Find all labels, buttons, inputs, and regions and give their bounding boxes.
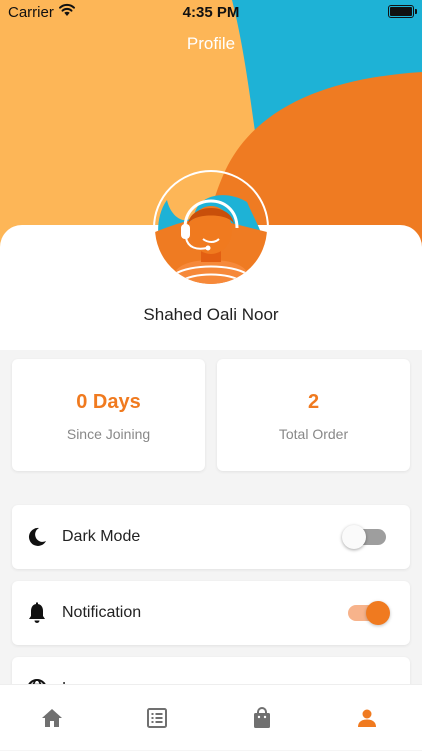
battery-icon xyxy=(388,5,417,18)
tab-profile[interactable] xyxy=(315,685,420,751)
setting-row-language[interactable]: L xyxy=(12,657,410,684)
page-title: Profile xyxy=(186,34,236,53)
person-icon xyxy=(358,709,376,727)
setting-row-dark-mode[interactable]: Dark Mode xyxy=(12,505,410,569)
setting-row-notification[interactable]: Notification xyxy=(12,581,410,645)
setting-label: Dark Mode xyxy=(62,528,141,545)
list-icon xyxy=(147,708,167,728)
stat-label: Total Order xyxy=(278,426,349,442)
tab-orders[interactable] xyxy=(105,685,210,751)
user-name: Shahed Oali Noor xyxy=(143,305,279,324)
toggle-knob xyxy=(366,601,390,625)
status-time: 4:35 PM xyxy=(182,4,240,21)
bag-icon xyxy=(254,707,270,728)
stat-value: 0 Days xyxy=(76,391,141,413)
stat-value: 2 xyxy=(307,391,320,413)
stat-card-since-joining: 0 Days Since Joining xyxy=(12,359,205,471)
moon-icon xyxy=(28,527,46,546)
tab-bar xyxy=(0,684,422,750)
support-agent-avatar-icon xyxy=(155,195,267,284)
stat-label: Since Joining xyxy=(66,426,151,442)
profile-content[interactable]: 0 Days Since Joining 2 Total Order Dark … xyxy=(0,350,422,684)
tab-home[interactable] xyxy=(0,685,105,751)
toggle-knob xyxy=(342,525,366,549)
setting-label: Notification xyxy=(62,604,142,621)
tab-cart[interactable] xyxy=(210,685,315,751)
home-icon xyxy=(42,709,62,727)
notification-toggle[interactable] xyxy=(348,601,390,625)
bell-icon xyxy=(29,602,45,623)
stat-card-total-order: 2 Total Order xyxy=(217,359,410,471)
avatar[interactable] xyxy=(153,170,269,286)
status-bar: Carrier 4:35 PM xyxy=(0,0,422,24)
dark-mode-toggle[interactable] xyxy=(342,525,386,549)
